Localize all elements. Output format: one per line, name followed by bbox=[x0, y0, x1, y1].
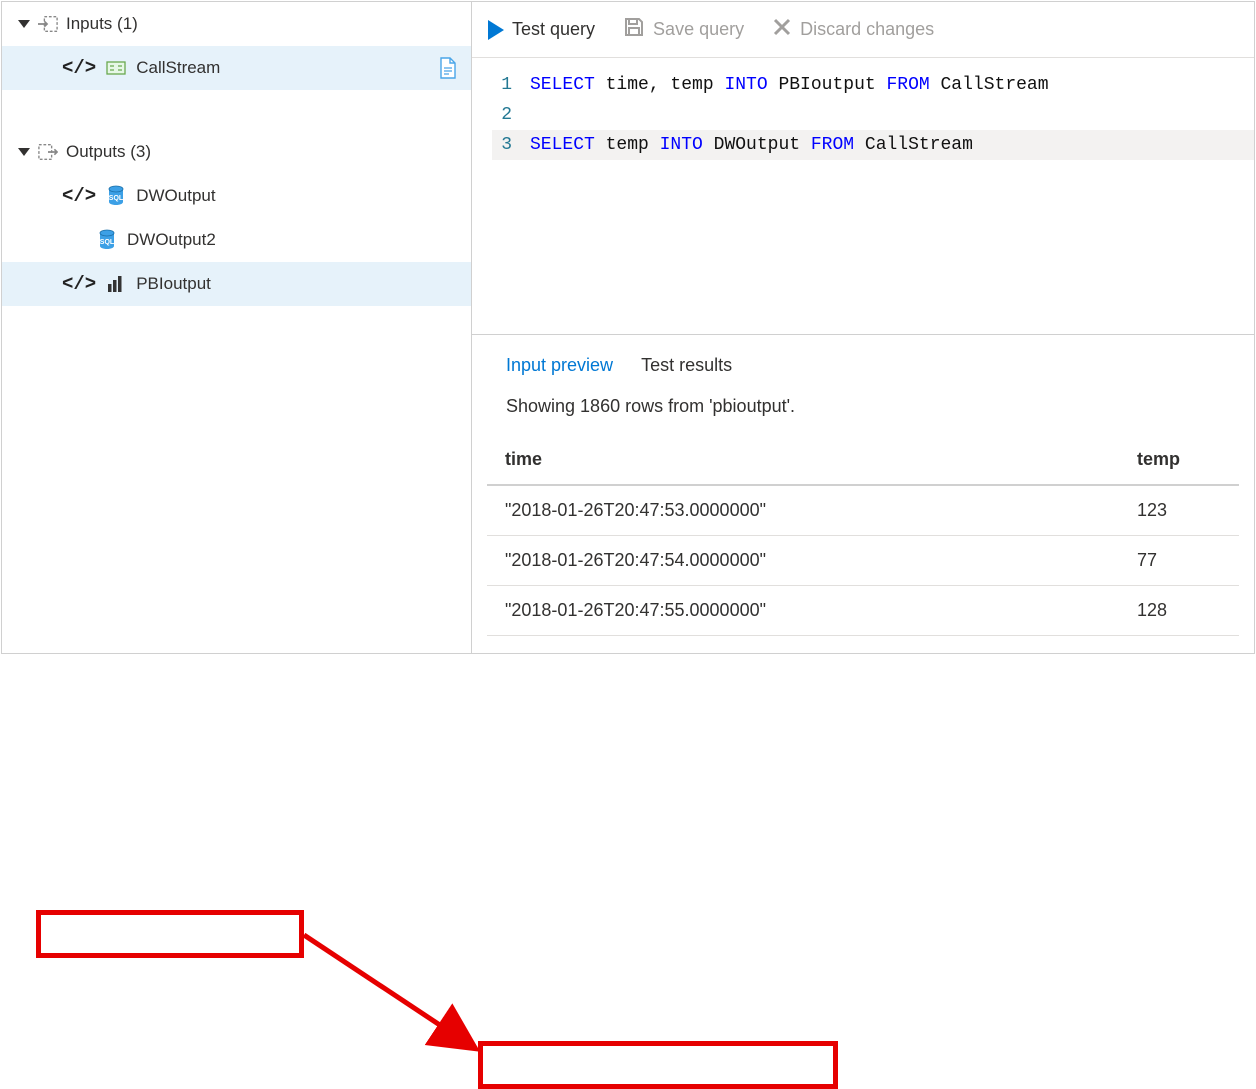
close-icon bbox=[772, 17, 792, 42]
code-icon: </> bbox=[62, 57, 96, 79]
cell-time: "2018-01-26T20:47:53.0000000" bbox=[487, 485, 1119, 536]
outputs-label: Outputs (3) bbox=[66, 142, 151, 162]
inputs-header[interactable]: Inputs (1) bbox=[2, 2, 471, 46]
output-item-label: DWOutput bbox=[136, 186, 215, 206]
output-item-dwoutput2[interactable]: SQL DWOutput2 bbox=[2, 218, 471, 262]
save-query-label: Save query bbox=[653, 19, 744, 40]
sql-icon: SQL bbox=[97, 230, 117, 250]
discard-changes-label: Discard changes bbox=[800, 19, 934, 40]
document-icon[interactable] bbox=[439, 57, 457, 79]
input-item-callstream[interactable]: </> CallStream bbox=[2, 46, 471, 90]
output-icon bbox=[38, 144, 58, 160]
code-icon: </> bbox=[62, 185, 96, 207]
annotation-arrow bbox=[300, 931, 500, 1071]
annotation-box-sidebar bbox=[36, 910, 304, 958]
results-tabs: Input preview Test results bbox=[472, 335, 1254, 390]
input-icon bbox=[38, 16, 58, 32]
output-item-label: DWOutput2 bbox=[127, 230, 216, 250]
test-query-button[interactable]: Test query bbox=[488, 19, 595, 40]
play-icon bbox=[488, 20, 504, 40]
save-query-button[interactable]: Save query bbox=[623, 16, 744, 43]
annotation-box-status bbox=[478, 1041, 838, 1089]
tab-input-preview[interactable]: Input preview bbox=[506, 355, 613, 376]
table-row[interactable]: "2018-01-26T20:47:55.0000000"128 bbox=[487, 586, 1239, 636]
col-time[interactable]: time bbox=[487, 435, 1119, 485]
output-item-dwoutput[interactable]: </> SQL DWOutput bbox=[2, 174, 471, 218]
svg-text:SQL: SQL bbox=[109, 195, 124, 202]
col-temp[interactable]: temp bbox=[1119, 435, 1239, 485]
collapse-icon bbox=[18, 20, 30, 28]
output-item-label: PBIoutput bbox=[136, 274, 211, 294]
results-status: Showing 1860 rows from 'pbioutput'. bbox=[472, 390, 1254, 435]
svg-text:SQL: SQL bbox=[100, 239, 115, 246]
test-query-label: Test query bbox=[512, 19, 595, 40]
discard-changes-button[interactable]: Discard changes bbox=[772, 17, 934, 42]
stream-icon bbox=[106, 58, 126, 78]
collapse-icon bbox=[18, 148, 30, 156]
table-row[interactable]: "2018-01-26T20:47:54.0000000"77 bbox=[487, 536, 1239, 586]
results-table: time temp "2018-01-26T20:47:53.0000000"1… bbox=[487, 435, 1239, 636]
input-item-label: CallStream bbox=[136, 58, 220, 78]
table-row[interactable]: "2018-01-26T20:47:53.0000000"123 bbox=[487, 485, 1239, 536]
cell-time: "2018-01-26T20:47:54.0000000" bbox=[487, 536, 1119, 586]
toolbar: Test query Save query Discard changes bbox=[472, 2, 1254, 58]
cell-time: "2018-01-26T20:47:55.0000000" bbox=[487, 586, 1119, 636]
output-item-pbioutput[interactable]: </> PBIoutput bbox=[2, 262, 471, 306]
main-pane: Test query Save query Discard changes 1S… bbox=[472, 2, 1254, 653]
outputs-header[interactable]: Outputs (3) bbox=[2, 130, 471, 174]
cell-temp: 128 bbox=[1119, 586, 1239, 636]
powerbi-icon bbox=[106, 274, 126, 294]
code-icon: </> bbox=[62, 273, 96, 295]
save-icon bbox=[623, 16, 645, 43]
cell-temp: 123 bbox=[1119, 485, 1239, 536]
sidebar: Inputs (1) </> CallStream Outputs (3) </… bbox=[2, 2, 472, 653]
results-panel: Input preview Test results Showing 1860 … bbox=[472, 334, 1254, 653]
inputs-label: Inputs (1) bbox=[66, 14, 138, 34]
query-editor[interactable]: 1SELECT time, temp INTO PBIoutput FROM C… bbox=[472, 58, 1254, 334]
tab-test-results[interactable]: Test results bbox=[641, 355, 732, 376]
cell-temp: 77 bbox=[1119, 536, 1239, 586]
sql-icon: SQL bbox=[106, 186, 126, 206]
